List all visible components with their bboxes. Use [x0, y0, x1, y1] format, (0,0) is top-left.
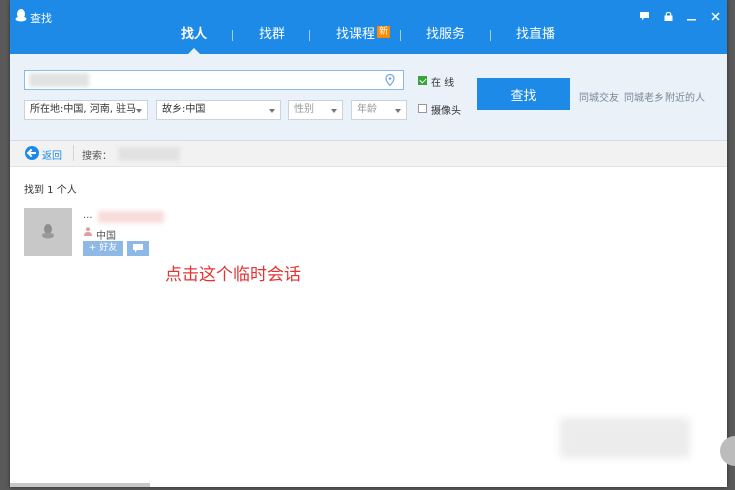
chevron-down-icon [136, 109, 142, 113]
location-pin-icon[interactable] [385, 74, 395, 86]
camera-checkbox[interactable] [418, 104, 427, 113]
hometown-dropdown[interactable]: 故乡:中国 [156, 100, 281, 120]
tab-divider [490, 30, 491, 41]
chat-bubble-icon [133, 244, 143, 253]
keyword-search-input[interactable] [24, 70, 404, 90]
gender-value: 性别 [294, 104, 314, 115]
online-label: 在 线 [431, 78, 455, 89]
title-bar: 查找 找人 找群 找课程新 找服务 找直播 [10, 0, 727, 54]
default-avatar-icon [42, 224, 54, 239]
camera-label: 摄像头 [431, 106, 461, 117]
location-value: 所在地:中国, 河南, 驻马 [30, 104, 137, 115]
tab-find-people[interactable]: 找人 [181, 26, 207, 44]
tab-find-courses[interactable]: 找课程新 [336, 26, 391, 44]
hometown-value: 故乡:中国 [162, 104, 206, 115]
tab-find-live[interactable]: 找直播 [516, 26, 555, 44]
tab-find-groups[interactable]: 找群 [259, 26, 285, 44]
nearby-friends-link[interactable]: 同城交友 [579, 89, 619, 104]
search-term-label: 搜索： [82, 151, 112, 162]
tab-find-services[interactable]: 找服务 [426, 26, 465, 44]
chevron-down-icon [331, 109, 337, 113]
location-dropdown[interactable]: 所在地:中国, 河南, 驻马 [24, 100, 148, 120]
fellow-townsmen-link[interactable]: 同城老乡 [624, 89, 664, 104]
back-link[interactable]: 返回 [42, 147, 62, 162]
close-icon[interactable] [707, 9, 723, 25]
annotation-text: 点击这个临时会话 [165, 265, 301, 285]
tab-find-courses-label: 找课程 [336, 27, 376, 42]
add-friend-button[interactable]: + 好友 [83, 241, 123, 256]
lock-icon[interactable] [660, 9, 676, 25]
redacted-name [98, 211, 164, 223]
redacted-region [560, 418, 690, 458]
window-title: 查找 [30, 12, 52, 25]
redacted-search-term [118, 147, 180, 161]
find-window: 查找 找人 找群 找课程新 找服务 找直播 所在地:中国, 河南, 驻马 故乡:… [10, 0, 727, 487]
minimize-icon[interactable] [683, 9, 699, 25]
back-arrow-icon[interactable] [25, 146, 39, 160]
age-dropdown[interactable]: 年龄 [351, 100, 407, 120]
find-button[interactable]: 查找 [477, 78, 570, 110]
search-panel: 所在地:中国, 河南, 驻马 故乡:中国 性别 年龄 在 线 摄像头 查找 同城… [10, 54, 727, 141]
temp-chat-button[interactable] [127, 241, 149, 256]
new-badge: 新 [377, 26, 391, 38]
gender-person-icon [84, 227, 92, 236]
gender-dropdown[interactable]: 性别 [288, 100, 343, 120]
online-checkbox[interactable] [418, 76, 427, 85]
divider [73, 145, 74, 161]
qq-penguin-icon [15, 9, 27, 22]
redacted-keyword [29, 73, 89, 87]
chevron-down-icon [395, 109, 401, 113]
avatar[interactable] [24, 208, 72, 256]
tab-divider [232, 30, 233, 41]
people-nearby-link[interactable]: 附近的人 [665, 89, 705, 104]
person-name[interactable]: ... [83, 210, 93, 221]
tab-bar: 找人 找群 找课程新 找服务 找直播 [10, 26, 727, 54]
back-bar: 返回 搜索： [10, 141, 727, 167]
tab-divider [400, 30, 401, 41]
horizontal-scrollbar[interactable] [10, 483, 150, 487]
age-value: 年龄 [357, 104, 377, 115]
result-count: 找到 1 个人 [24, 185, 77, 196]
feedback-icon[interactable] [636, 9, 652, 25]
chevron-down-icon [269, 109, 275, 113]
person-location: 中国 [96, 231, 116, 242]
tab-divider [309, 30, 310, 41]
